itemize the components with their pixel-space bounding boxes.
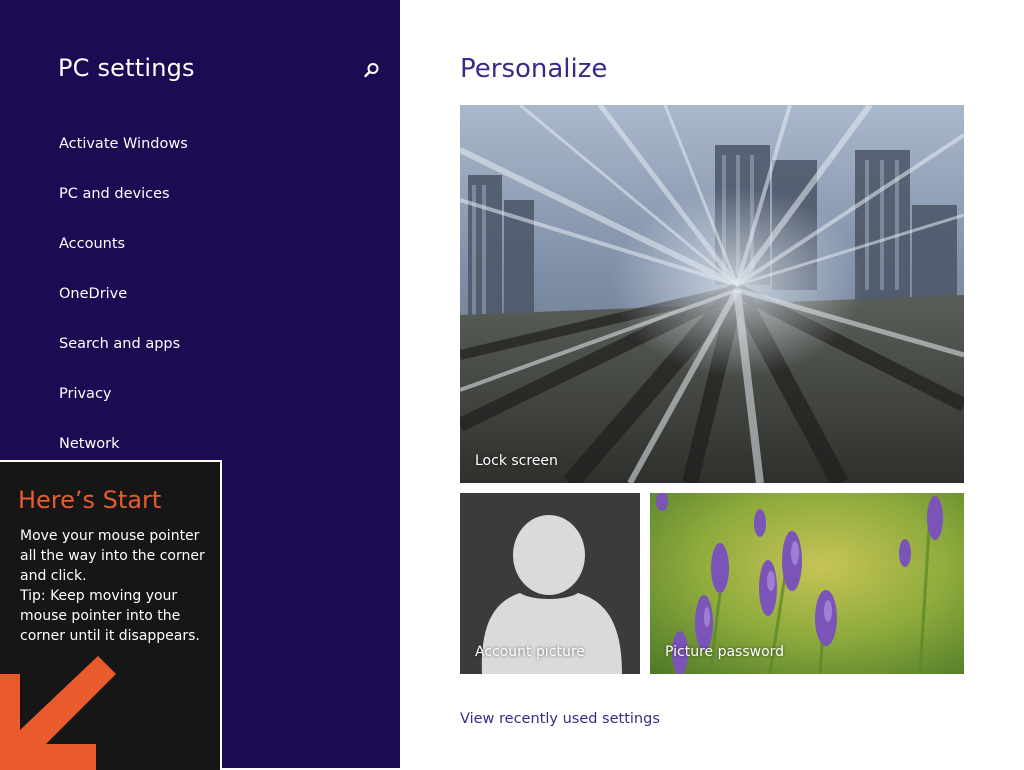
nav-item-onedrive[interactable]: OneDrive <box>59 286 127 302</box>
account-picture-label: Account picture <box>475 644 585 660</box>
arrow-down-left-icon <box>0 656 116 770</box>
start-tip-title: Here’s Start <box>18 486 162 514</box>
page-title: Personalize <box>460 54 608 84</box>
view-recent-settings-link[interactable]: View recently used settings <box>460 711 660 727</box>
nav-title: PC settings <box>58 54 195 82</box>
nav-item-search-and-apps[interactable]: Search and apps <box>59 336 180 352</box>
start-tip-callout: Here’s Start Move your mouse pointer all… <box>0 460 222 770</box>
nav-item-activate-windows[interactable]: Activate Windows <box>59 136 188 152</box>
nav-item-privacy[interactable]: Privacy <box>59 386 112 402</box>
search-icon[interactable] <box>360 60 382 82</box>
picture-password-label: Picture password <box>665 644 785 660</box>
picture-password-tile[interactable]: Picture password <box>650 493 964 674</box>
nav-item-pc-and-devices[interactable]: PC and devices <box>59 186 170 202</box>
start-tip-body: Move your mouse pointer all the way into… <box>20 528 205 644</box>
nav-item-accounts[interactable]: Accounts <box>59 236 125 252</box>
account-picture-tile[interactable]: Account picture <box>460 493 640 674</box>
nav-item-network[interactable]: Network <box>59 436 120 452</box>
lock-screen-label: Lock screen <box>475 453 558 469</box>
lock-screen-tile[interactable]: Lock screen <box>460 105 964 483</box>
lock-screen-image <box>460 105 964 483</box>
